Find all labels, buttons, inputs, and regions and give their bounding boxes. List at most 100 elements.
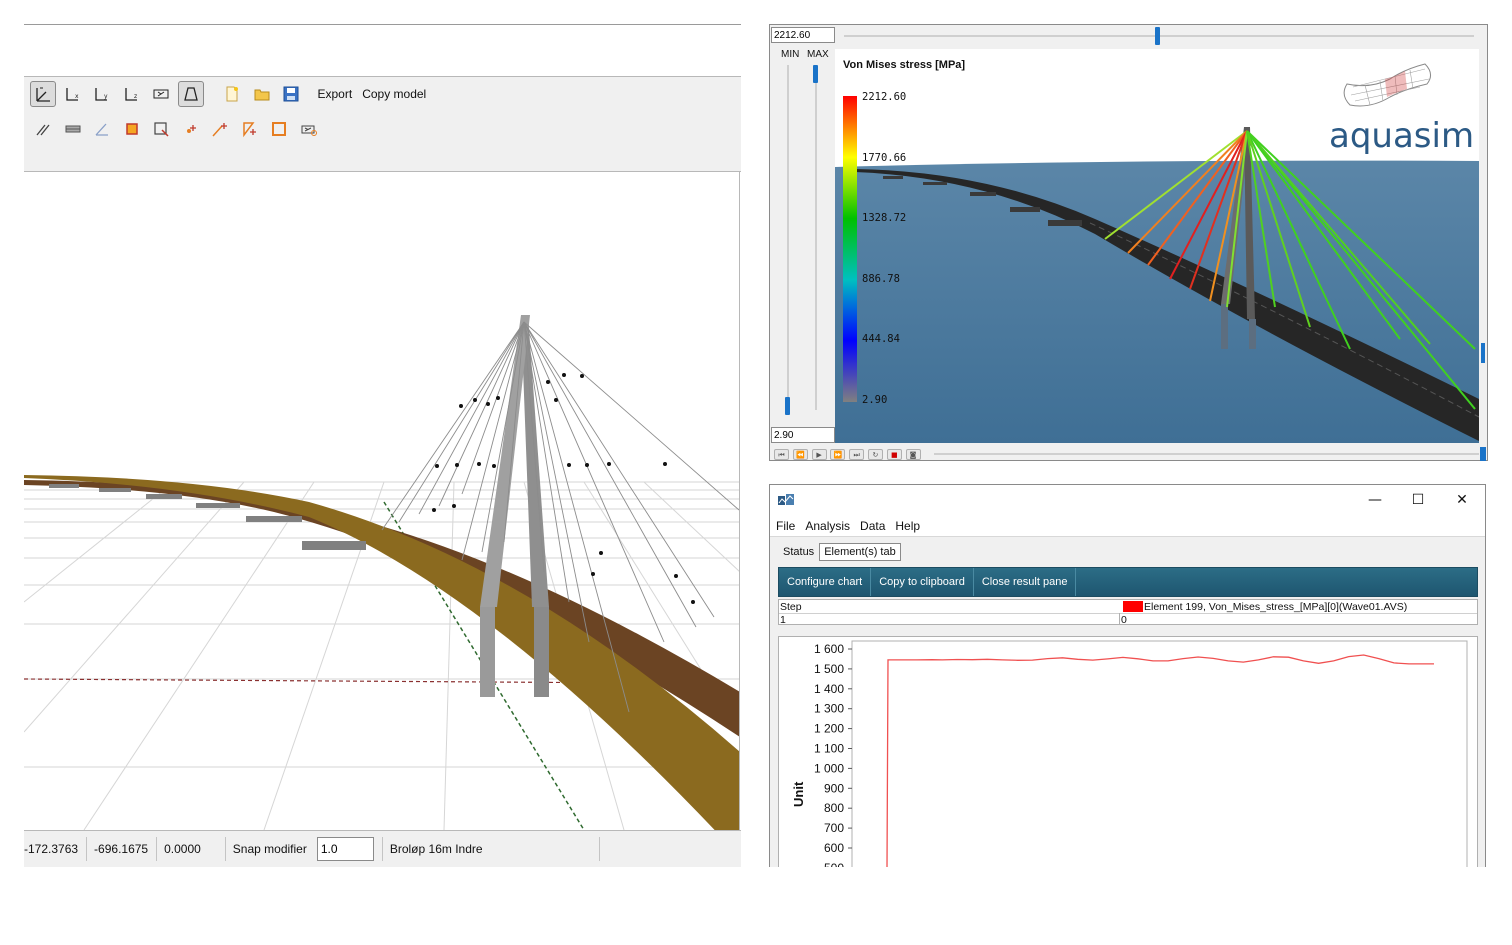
vertical-scroll-thumb[interactable] xyxy=(1481,343,1485,363)
node-box-icon[interactable] xyxy=(119,116,145,142)
max-label: MAX xyxy=(807,49,829,60)
chart-canvas: 1 600 1 500 1 400 1 300 1 200 1 100 1 000 900 80… xyxy=(791,640,1468,867)
window-top-border xyxy=(24,24,741,25)
y-axis-tick-label: 900 xyxy=(824,781,844,795)
tab-bar: Status Element(s) tab xyxy=(778,543,901,561)
min-max-range-panel: MIN MAX xyxy=(771,47,834,427)
angle-tool-icon[interactable] xyxy=(89,116,115,142)
y-axis-tick-label: 1 300 xyxy=(814,702,844,716)
toolbar-row-tools xyxy=(30,116,325,142)
loop-icon[interactable]: ↻ xyxy=(867,448,883,460)
result-data-grid[interactable]: Step 1 Element 199, Von_Mises_stress_[MP… xyxy=(778,599,1478,626)
min-slider-track[interactable] xyxy=(787,65,789,410)
legend-color-bar xyxy=(843,96,857,402)
app-icon xyxy=(778,494,794,505)
tab-elements[interactable]: Element(s) tab xyxy=(819,543,901,561)
stop-icon[interactable]: ■ xyxy=(886,448,902,460)
perspective-icon[interactable] xyxy=(177,81,204,107)
min-slider-thumb[interactable] xyxy=(785,397,790,415)
record-icon[interactable]: ◙ xyxy=(905,448,921,460)
toolbar-row-view: x y z Export Copy model xyxy=(30,81,426,107)
view-3d-icon[interactable] xyxy=(30,81,56,107)
max-slider-track[interactable] xyxy=(815,65,817,410)
new-file-icon[interactable] xyxy=(219,81,245,107)
playback-thumb[interactable] xyxy=(1480,447,1486,461)
add-node-icon[interactable] xyxy=(178,116,204,142)
save-icon[interactable] xyxy=(278,81,304,107)
view-fit-icon[interactable] xyxy=(148,81,174,107)
view-x-icon[interactable]: x xyxy=(60,81,86,107)
chart-window: — ☐ ✕ File Analysis Data Help Status Ele… xyxy=(769,484,1486,867)
coord-x-readout: -172.3763 xyxy=(24,837,88,861)
svg-text:y: y xyxy=(104,93,108,100)
next-frame-icon[interactable]: ⏩ xyxy=(830,448,846,460)
legend-title: Von Mises stress [MPa] xyxy=(843,59,965,71)
grid-column-separator xyxy=(1119,613,1120,625)
time-slider-thumb[interactable] xyxy=(1155,27,1160,45)
line-chart: 1 600 1 500 1 400 1 300 1 200 1 100 1 000 900 80… xyxy=(778,636,1478,867)
modeler-toolbar: x y z Export Copy model xyxy=(24,76,741,172)
min-label: MIN xyxy=(781,49,800,60)
last-frame-icon[interactable]: ⏭ xyxy=(849,448,865,460)
y-axis-tick-label: 1 200 xyxy=(814,722,844,736)
menu-help[interactable]: Help xyxy=(895,519,920,533)
tab-status[interactable]: Status xyxy=(778,543,819,561)
copy-to-clipboard-button[interactable]: Copy to clipboard xyxy=(871,568,974,596)
y-axis-label: Unit xyxy=(791,781,806,807)
max-value-field[interactable] xyxy=(771,27,835,43)
plot-frame xyxy=(851,640,1468,867)
menu-analysis[interactable]: Analysis xyxy=(805,519,850,533)
modeler-status-bar: -172.3763 -696.1675 0.0000 Snap modifier… xyxy=(24,830,741,867)
export-button[interactable]: Export xyxy=(318,87,353,101)
maximize-button[interactable]: ☐ xyxy=(1403,489,1433,511)
open-folder-icon[interactable] xyxy=(249,81,275,107)
legend-tick: 1328.72 xyxy=(862,212,906,224)
modeler-window: x y z Export Copy model -172.3763 -696.1… xyxy=(24,24,741,867)
grid-header-step: Step xyxy=(780,601,802,613)
configure-chart-button[interactable]: Configure chart xyxy=(779,568,872,596)
logo-text: aquasim xyxy=(1329,116,1474,156)
series-line xyxy=(886,654,1434,867)
coord-y-readout: -696.1675 xyxy=(94,837,158,861)
prev-frame-icon[interactable]: ⏪ xyxy=(792,448,808,460)
playback-track[interactable] xyxy=(934,453,1479,455)
line-tool-icon[interactable] xyxy=(30,116,56,142)
chart-action-bar: Configure chart Copy to clipboard Close … xyxy=(778,567,1478,597)
beam-tool-icon[interactable] xyxy=(60,116,86,142)
minimize-button[interactable]: — xyxy=(1360,489,1390,511)
menu-file[interactable]: File xyxy=(776,519,795,533)
view-z-icon[interactable]: z xyxy=(119,81,145,107)
results-viewer-window: MIN MAX xyxy=(769,24,1488,461)
y-axis-tick-label: 1 000 xyxy=(814,761,844,775)
grid-header-series: Element 199, Von_Mises_stress_[MPa][0](W… xyxy=(1144,601,1408,613)
stress-scene-drawing: Von Mises stress [MPa] 2212.60 1770.66 1… xyxy=(835,49,1479,443)
legend-tick: 444.84 xyxy=(862,333,900,345)
add-element-icon[interactable] xyxy=(237,116,263,142)
select-rect-icon[interactable] xyxy=(148,116,174,142)
y-axis-tick-label: 1 500 xyxy=(814,662,844,676)
copy-model-button[interactable]: Copy model xyxy=(362,87,426,101)
menu-bar: File Analysis Data Help xyxy=(770,515,1485,537)
model-3d-viewport[interactable] xyxy=(24,172,740,830)
legend-tick: 886.78 xyxy=(862,273,900,285)
play-icon[interactable]: ▶ xyxy=(811,448,827,460)
close-button[interactable]: ✕ xyxy=(1447,489,1477,511)
window-titlebar: — ☐ ✕ xyxy=(770,485,1485,515)
legend-tick: 2.90 xyxy=(862,394,887,406)
menu-data[interactable]: Data xyxy=(860,519,885,533)
box-select-icon[interactable] xyxy=(266,116,292,142)
grid-cell-series: 0 xyxy=(1121,614,1127,626)
min-value-field[interactable] xyxy=(771,427,835,443)
view-y-icon[interactable]: y xyxy=(89,81,115,107)
snap-modifier-input[interactable] xyxy=(316,837,374,861)
y-axis-tick-label: 800 xyxy=(824,801,844,815)
y-axis-tick-label: 500 xyxy=(824,861,844,867)
close-result-pane-button[interactable]: Close result pane xyxy=(974,568,1077,596)
camera-tool-icon[interactable] xyxy=(296,116,322,142)
first-frame-icon[interactable]: ⏮ xyxy=(774,448,789,460)
svg-text:x: x xyxy=(75,93,79,100)
max-slider-thumb[interactable] xyxy=(813,65,818,83)
legend-tick: 2212.60 xyxy=(862,91,906,103)
stress-result-scene[interactable]: Von Mises stress [MPa] 2212.60 1770.66 1… xyxy=(835,49,1479,443)
add-line-icon[interactable] xyxy=(207,116,233,142)
